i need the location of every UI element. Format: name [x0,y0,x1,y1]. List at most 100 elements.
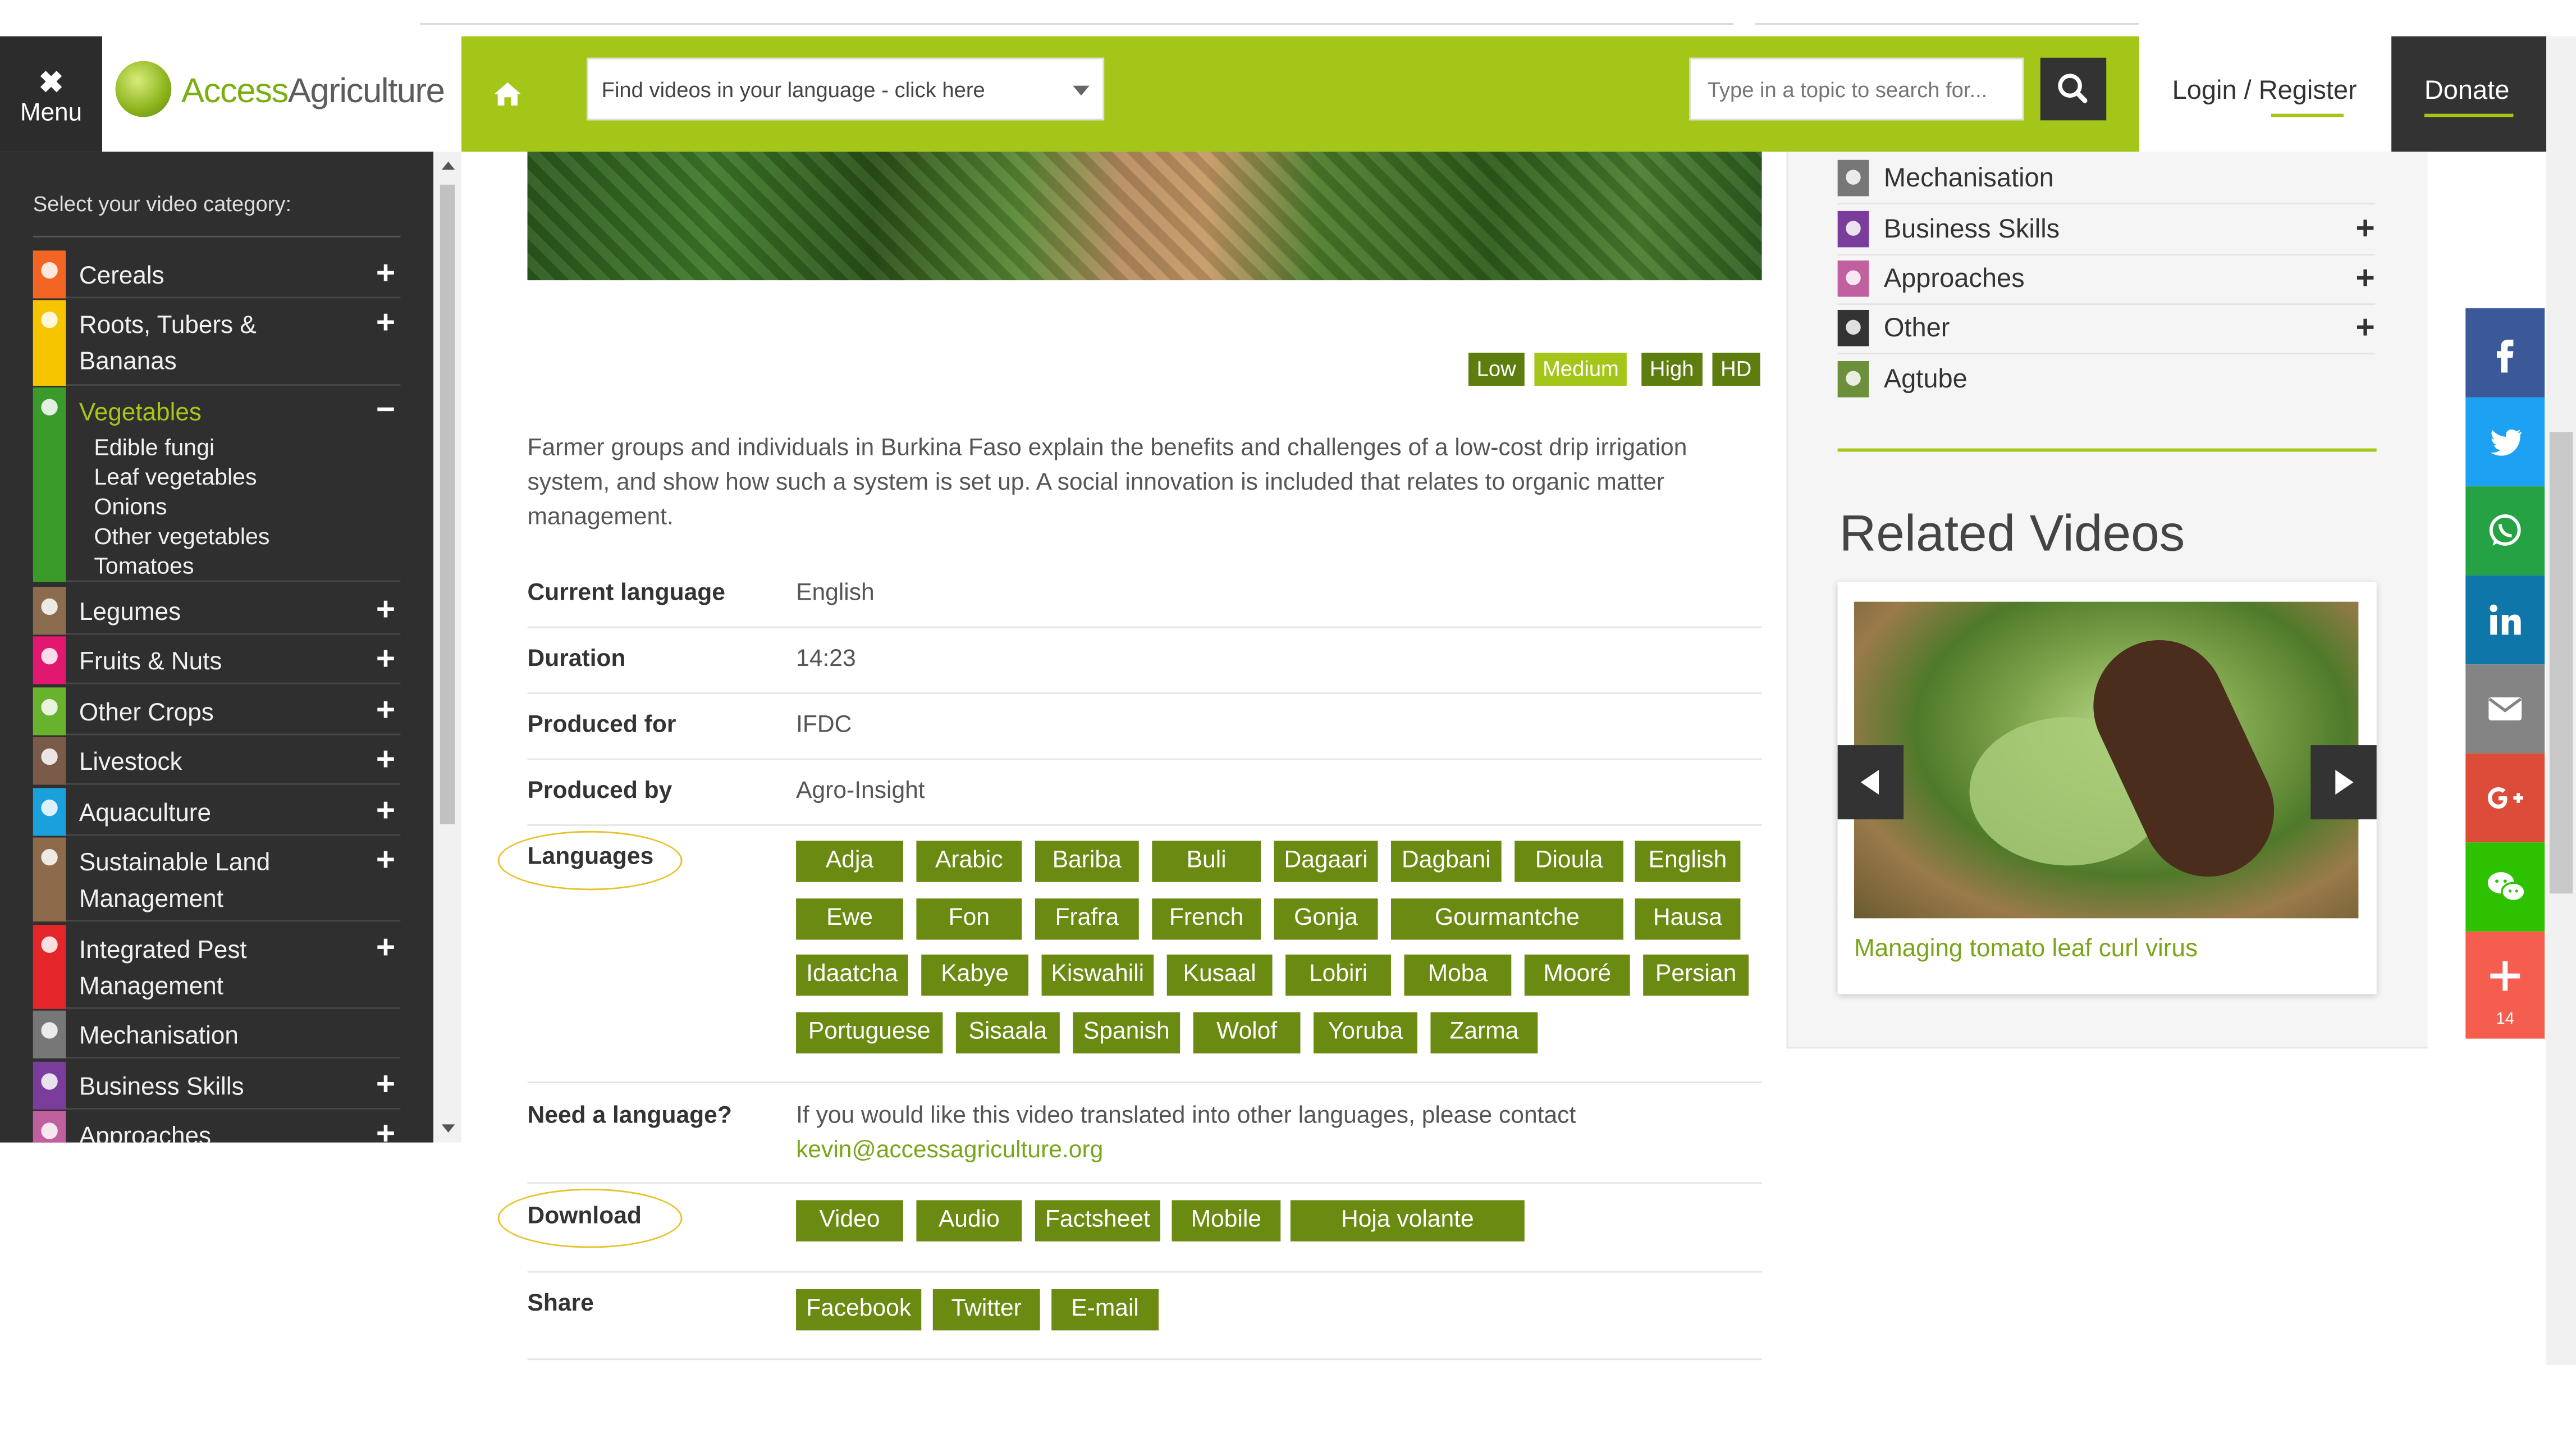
sidebar-item-sustainable-land-management[interactable]: Sustainable Land Management + [33,837,401,922]
carousel-prev-button[interactable] [1837,745,1904,820]
share-whatsapp-button[interactable] [2465,486,2545,576]
language-select[interactable]: Find videos in your language - click her… [587,57,1105,121]
expand-icon[interactable]: + [371,742,401,780]
language-tag[interactable]: Gonja [1274,898,1378,940]
download-hoja-volante-button[interactable]: Hoja volante [1290,1200,1525,1242]
language-tag[interactable]: Zarma [1430,1012,1538,1054]
share-email-button[interactable] [2465,664,2545,754]
sidebar-item-integrated-pest-management[interactable]: Integrated Pest Management + [33,925,401,1009]
page-scrollbar[interactable] [2546,36,2576,1366]
expand-icon[interactable]: + [371,255,401,294]
share-linkedin-button[interactable] [2465,575,2545,665]
language-tag[interactable]: Gourmantche [1390,898,1623,940]
share-facebook-button[interactable] [2465,308,2545,398]
language-tag[interactable]: Spanish [1073,1012,1181,1054]
video-player-image[interactable] [527,152,1762,281]
quality-hd[interactable]: HD [1712,353,1760,386]
related-video-thumbnail[interactable] [1854,601,2359,919]
login-register-link[interactable]: Login / Register [2139,36,2392,152]
expand-icon[interactable]: + [371,930,401,968]
share-email-link[interactable]: E-mail [1051,1289,1159,1331]
language-tag[interactable]: Portuguese [796,1012,943,1054]
language-tag[interactable]: Lobiri [1285,954,1391,996]
download-mobile-button[interactable]: Mobile [1172,1200,1281,1242]
sidebar-subitem[interactable]: Other vegetables [94,521,269,551]
share-more-button[interactable]: 14 [2465,931,2545,1039]
language-tag[interactable]: Fon [916,898,1022,940]
expand-icon[interactable]: + [371,692,401,731]
scrollbar-thumb[interactable] [2549,432,2573,894]
expand-icon[interactable]: + [371,842,401,880]
quality-medium[interactable]: Medium [1534,353,1627,386]
language-tag[interactable]: Kusaal [1166,954,1273,996]
language-tag[interactable]: Kabye [921,954,1029,996]
search-button[interactable] [2040,57,2107,121]
language-tag[interactable]: Kiswahili [1041,954,1154,996]
collapse-icon[interactable]: − [371,392,401,431]
sidebar-item-business-skills[interactable]: Business Skills + [33,1061,401,1110]
language-tag[interactable]: Bariba [1035,841,1139,882]
expand-icon[interactable]: + [371,1116,401,1143]
sidebar-item-livestock[interactable]: Livestock + [33,737,401,785]
site-logo[interactable]: AccessAgriculture [102,36,462,152]
language-tag[interactable]: Moba [1404,954,1512,996]
share-twitter-button[interactable] [2465,397,2545,487]
menu-button[interactable]: ✖ Menu [0,36,103,152]
sidebar-item-aquaculture[interactable]: Aquaculture + [33,788,401,836]
sidebar-subitem[interactable]: Onions [94,491,167,521]
expand-icon[interactable]: + [371,305,401,343]
donate-button[interactable]: Donate [2391,36,2547,152]
language-tag[interactable]: Buli [1152,841,1261,882]
sidebar-scrollbar[interactable] [433,152,462,1143]
expand-icon[interactable]: + [2355,261,2374,299]
sidebar-item-roots-tubers-bananas[interactable]: Roots, Tubers & Bananas + [33,300,401,386]
scrollbar-thumb[interactable] [440,184,455,824]
sidebar-item-mechanisation[interactable]: Mechanisation [33,1010,401,1058]
sidebar-subitem[interactable]: Edible fungi [94,432,214,462]
language-tag[interactable]: Arabic [916,841,1022,882]
language-tag[interactable]: Adja [796,841,903,882]
scroll-up-icon[interactable] [441,161,455,170]
language-tag[interactable]: Idaatcha [796,954,908,996]
sidebar-subitem[interactable]: Tomatoes [94,551,194,581]
share-facebook-link[interactable]: Facebook [796,1289,922,1331]
language-tag[interactable]: Ewe [796,898,903,940]
sidebar-subitem[interactable]: Leaf vegetables [94,462,257,491]
sidebar-item-legumes[interactable]: Legumes + [33,587,401,635]
expand-icon[interactable]: + [371,793,401,831]
language-tag[interactable]: Persian [1643,954,1749,996]
download-factsheet-button[interactable]: Factsheet [1035,1200,1160,1242]
sidebar-item-fruits-nuts[interactable]: Fruits & Nuts + [33,636,401,684]
share-google-plus-button[interactable] [2465,753,2545,843]
expand-icon[interactable]: + [2355,310,2374,348]
language-tag[interactable]: Hausa [1635,898,1741,940]
right-category-business-skills[interactable]: Business Skills + [1837,206,2375,256]
expand-icon[interactable]: + [2355,211,2374,249]
download-audio-button[interactable]: Audio [916,1200,1022,1242]
related-video-card[interactable]: Managing tomato leaf curl virus [1837,582,2377,994]
share-wechat-button[interactable] [2465,842,2545,932]
right-category-agtube[interactable]: Agtube [1837,356,2375,405]
expand-icon[interactable]: + [371,592,401,630]
contact-email-link[interactable]: kevin@accessagriculture.org [796,1138,1103,1164]
sidebar-item-other-crops[interactable]: Other Crops + [33,687,401,736]
scroll-down-icon[interactable] [441,1124,455,1133]
quality-low[interactable]: Low [1468,353,1525,386]
right-category-other[interactable]: Other + [1837,305,2375,355]
language-tag[interactable]: English [1635,841,1741,882]
language-tag[interactable]: Dioula [1515,841,1623,882]
quality-high[interactable]: High [1641,353,1703,386]
language-tag[interactable]: Frafra [1035,898,1139,940]
right-category-approaches[interactable]: Approaches + [1837,255,2375,305]
search-input[interactable] [1689,57,2024,121]
expand-icon[interactable]: + [371,641,401,679]
right-category-mechanisation[interactable]: Mechanisation [1837,155,2375,205]
sidebar-item-approaches[interactable]: Approaches + [33,1111,401,1143]
language-tag[interactable]: Sisaala [955,1012,1060,1054]
language-tag[interactable]: Mooré [1524,954,1630,996]
language-tag[interactable]: Dagbani [1390,841,1502,882]
related-video-title[interactable]: Managing tomato leaf curl virus [1854,935,2198,963]
download-video-button[interactable]: Video [796,1200,903,1242]
carousel-next-button[interactable] [2310,745,2377,820]
language-tag[interactable]: Wolof [1193,1012,1301,1054]
